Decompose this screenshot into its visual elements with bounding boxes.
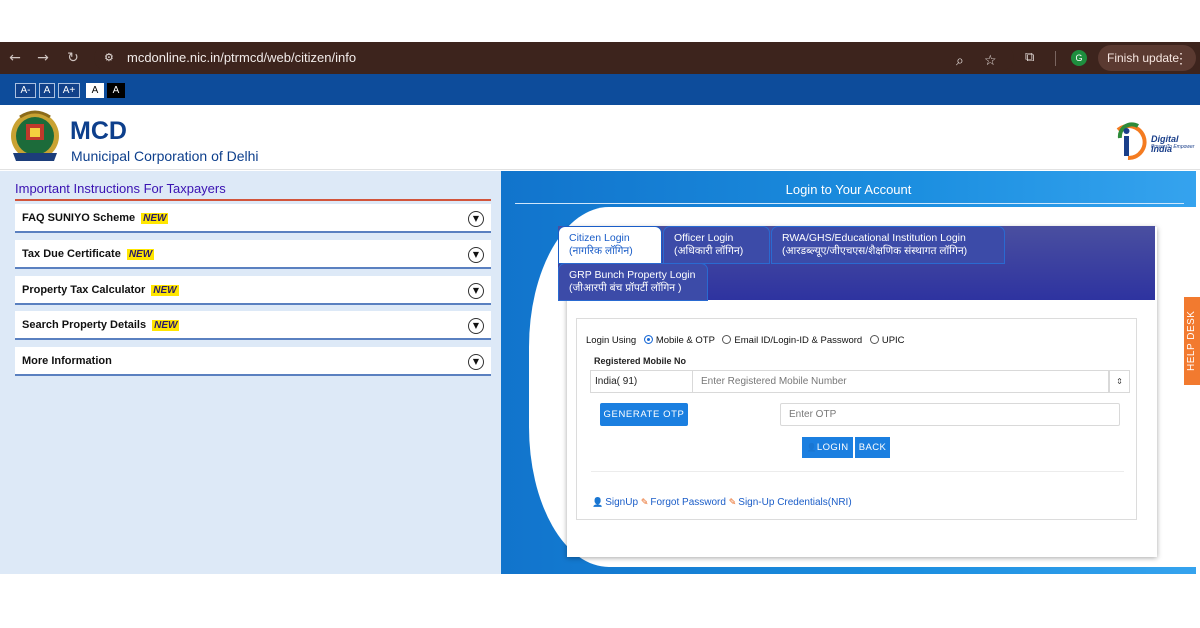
user-icon: 👤: [806, 443, 817, 452]
instructions-title: Important Instructions For Taxpayers: [15, 181, 226, 196]
site-info-icon[interactable]: ⚙: [104, 50, 120, 66]
tab-label: RWA/GHS/Educational Institution Login: [782, 232, 966, 244]
chevron-down-icon[interactable]: ▼: [468, 318, 484, 334]
screen: ← → ↻ ⚙ mcdonline.nic.in/ptrmcd/web/citi…: [0, 0, 1200, 628]
dark-contrast-button[interactable]: A: [107, 83, 125, 98]
edit-icon: ✎: [640, 498, 649, 508]
accessibility-bar: A- A A+ A A: [0, 74, 1200, 105]
forgot-password-link[interactable]: Forgot Password: [650, 497, 726, 508]
back-arrow-icon[interactable]: ←: [6, 49, 24, 67]
brand-title: MCD: [70, 117, 127, 145]
accordion-faq-suniyo[interactable]: FAQ SUNIYO Scheme NEW ▼: [15, 204, 491, 233]
tab-rwa-login[interactable]: RWA/GHS/Educational Institution Login (आ…: [771, 226, 1005, 264]
tab-citizen-login[interactable]: Citizen Login (नागरिक लॉगिन): [558, 226, 662, 264]
radio-label[interactable]: Mobile & OTP: [656, 335, 715, 346]
login-using-label: Login Using: [586, 335, 637, 346]
radio-label[interactable]: UPIC: [882, 335, 905, 346]
accordion-search-property-details[interactable]: Search Property Details NEW ▼: [15, 311, 491, 340]
radio-label[interactable]: Email ID/Login-ID & Password: [734, 335, 862, 346]
login-button[interactable]: 👤LOGIN: [802, 437, 853, 458]
new-badge: NEW: [126, 249, 155, 260]
bookmark-star-icon[interactable]: ☆: [984, 52, 997, 70]
light-contrast-button[interactable]: A: [86, 83, 104, 98]
auth-links: 👤 SignUp ✎ Forgot Password ✎ Sign-Up Creden…: [592, 497, 852, 508]
tab-label-hindi: (जीआरपी बंच प्रॉपर्टी लॉगिन ): [569, 282, 682, 294]
accordion-label: Property Tax Calculator NEW: [22, 284, 179, 296]
tab-label: Citizen Login: [569, 232, 630, 244]
finish-update-button[interactable]: Finish update ⋮: [1098, 45, 1196, 71]
reading-mode-icon[interactable]: ⧉: [1025, 49, 1034, 67]
finish-update-label: Finish update: [1107, 51, 1180, 65]
browser-toolbar: ← → ↻ ⚙ mcdonline.nic.in/ptrmcd/web/citi…: [0, 42, 1200, 74]
zoom-icon[interactable]: ⌕: [956, 52, 964, 70]
help-desk-tab[interactable]: HELP DESK: [1184, 297, 1200, 385]
radio-upic[interactable]: [869, 335, 879, 344]
url-text[interactable]: mcdonline.nic.in/ptrmcd/web/citizen/info: [127, 50, 356, 66]
accordion-label: FAQ SUNIYO Scheme NEW: [22, 212, 169, 224]
instructions-panel: Important Instructions For Taxpayers FAQ…: [0, 171, 501, 574]
tab-label: Officer Login: [674, 232, 734, 244]
radio-email-password[interactable]: [722, 335, 732, 344]
signup-nri-link[interactable]: Sign-Up Credentials(NRI): [738, 497, 851, 508]
user-icon: 👤: [592, 498, 604, 508]
accordion-label: More Information: [22, 355, 112, 367]
accordion-label: Search Property Details NEW: [22, 319, 180, 331]
accordion-tax-due-certificate[interactable]: Tax Due Certificate NEW ▼: [15, 240, 491, 269]
brand-subtitle: Municipal Corporation of Delhi: [71, 148, 259, 164]
address-bar[interactable]: ⚙ mcdonline.nic.in/ptrmcd/web/citizen/in…: [94, 46, 1014, 70]
digital-india-tagline: Power To Empower: [1151, 144, 1195, 150]
number-spinner-icon[interactable]: ⇕: [1109, 370, 1130, 393]
tab-grp-bunch-login[interactable]: GRP Bunch Property Login (जीआरपी बंच प्र…: [558, 263, 708, 301]
back-button[interactable]: BACK: [855, 437, 890, 458]
chevron-down-icon[interactable]: ▼: [468, 354, 484, 370]
signup-link[interactable]: SignUp: [605, 497, 638, 508]
country-code-select[interactable]: India( 91): [590, 370, 693, 393]
accordion-property-tax-calculator[interactable]: Property Tax Calculator NEW ▼: [15, 276, 491, 305]
otp-input[interactable]: Enter OTP: [780, 403, 1120, 426]
profile-avatar[interactable]: G: [1071, 50, 1087, 66]
tab-label: GRP Bunch Property Login: [569, 269, 696, 281]
reload-icon[interactable]: ↻: [64, 49, 82, 67]
font-normal-button[interactable]: A: [39, 83, 55, 98]
toolbar-divider: [1055, 51, 1056, 66]
login-button-label: LOGIN: [816, 442, 849, 453]
chevron-down-icon[interactable]: ▼: [468, 211, 484, 227]
radio-mobile-otp[interactable]: [643, 335, 653, 344]
login-heading-divider: [515, 203, 1184, 204]
instructions-divider: [15, 199, 491, 201]
edit-icon: ✎: [728, 498, 737, 508]
login-method-selector: Login Using Mobile & OTP Email ID/Login-…: [586, 335, 905, 346]
generate-otp-button[interactable]: GENERATE OTP: [600, 403, 688, 426]
accordion-label: Tax Due Certificate NEW: [22, 248, 155, 260]
font-decrease-button[interactable]: A-: [15, 83, 36, 98]
more-menu-icon[interactable]: ⋮: [1174, 45, 1188, 71]
tab-officer-login[interactable]: Officer Login (अधिकारी लॉगिन): [663, 226, 770, 264]
chevron-down-icon[interactable]: ▼: [468, 247, 484, 263]
form-divider: [591, 471, 1124, 472]
accordion-more-information[interactable]: More Information ▼: [15, 347, 491, 376]
new-badge: NEW: [152, 320, 180, 331]
chevron-down-icon[interactable]: ▼: [468, 283, 484, 299]
tab-label-hindi: (आरडब्ल्यूए/जीएचएस/शैक्षणिक संस्थागत लॉग…: [782, 245, 968, 257]
login-heading: Login to Your Account: [785, 182, 912, 197]
new-badge: NEW: [141, 213, 169, 224]
mcd-emblem-logo: [11, 110, 59, 161]
tab-label-hindi: (नागरिक लॉगिन): [569, 245, 633, 257]
font-increase-button[interactable]: A+: [58, 83, 80, 98]
mobile-number-input[interactable]: Enter Registered Mobile Number: [693, 370, 1109, 393]
forward-arrow-icon[interactable]: →: [34, 49, 52, 67]
new-badge: NEW: [151, 285, 179, 296]
tab-label-hindi: (अधिकारी लॉगिन): [674, 245, 744, 257]
mobile-number-label: Registered Mobile No: [594, 356, 687, 366]
site-header: MCD Municipal Corporation of Delhi Digit…: [0, 105, 1200, 170]
